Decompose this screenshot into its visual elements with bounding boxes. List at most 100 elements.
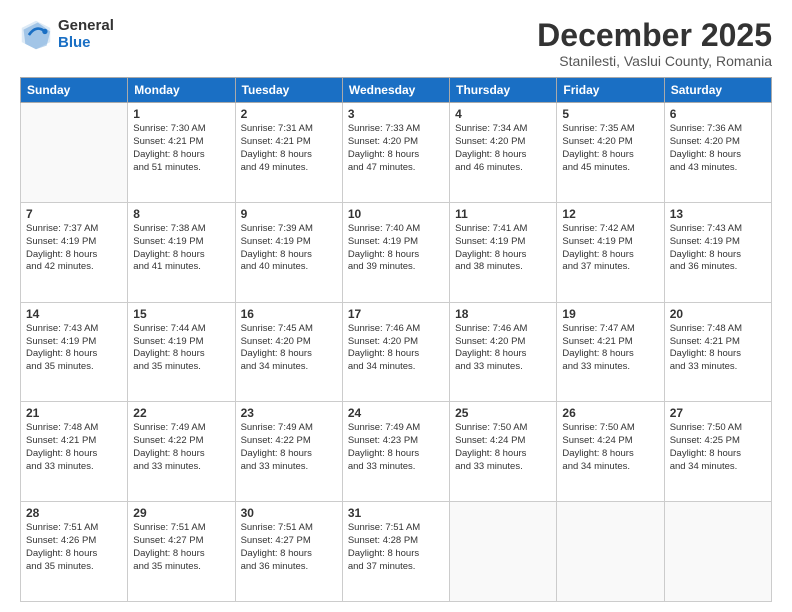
day-number: 12: [562, 207, 658, 221]
logo: General Blue: [20, 18, 114, 51]
day-info: Sunrise: 7:48 AM Sunset: 4:21 PM Dayligh…: [26, 422, 122, 473]
day-info: Sunrise: 7:34 AM Sunset: 4:20 PM Dayligh…: [455, 123, 551, 174]
weekday-header-saturday: Saturday: [664, 78, 771, 103]
calendar-cell: 12 Sunrise: 7:42 AM Sunset: 4:19 PM Dayli…: [557, 202, 664, 302]
day-number: 20: [670, 307, 766, 321]
calendar-week-row: 28Sunrise: 7:51 AM Sunset: 4:26 PM Dayli…: [21, 502, 772, 602]
day-info: Sunrise: 7:42 AM Sunset: 4:19 PM Dayligh…: [562, 223, 658, 274]
day-info: Sunrise: 7:45 AM Sunset: 4:20 PM Dayligh…: [241, 323, 337, 374]
calendar-cell: 20 Sunrise: 7:48 AM Sunset: 4:21 PM Dayli…: [664, 302, 771, 402]
calendar-cell: 6 Sunrise: 7:36 AM Sunset: 4:20 PM Daylig…: [664, 103, 771, 203]
calendar-cell: 10Sunrise: 7:40 AM Sunset: 4:19 PM Dayli…: [342, 202, 449, 302]
calendar-week-row: 14 Sunrise: 7:43 AM Sunset: 4:19 PM Dayli…: [21, 302, 772, 402]
calendar-cell: 24Sunrise: 7:49 AM Sunset: 4:23 PM Dayli…: [342, 402, 449, 502]
calendar-cell: 5 Sunrise: 7:35 AM Sunset: 4:20 PM Daylig…: [557, 103, 664, 203]
day-number: 6: [670, 107, 766, 121]
day-info: Sunrise: 7:30 AM Sunset: 4:21 PM Dayligh…: [133, 123, 229, 174]
calendar-cell: 17Sunrise: 7:46 AM Sunset: 4:20 PM Dayli…: [342, 302, 449, 402]
calendar-cell: 9 Sunrise: 7:39 AM Sunset: 4:19 PM Daylig…: [235, 202, 342, 302]
calendar-cell: 13Sunrise: 7:43 AM Sunset: 4:19 PM Dayli…: [664, 202, 771, 302]
day-info: Sunrise: 7:50 AM Sunset: 4:24 PM Dayligh…: [455, 422, 551, 473]
weekday-header-thursday: Thursday: [450, 78, 557, 103]
calendar-cell: 8 Sunrise: 7:38 AM Sunset: 4:19 PM Daylig…: [128, 202, 235, 302]
calendar-cell: 11 Sunrise: 7:41 AM Sunset: 4:19 PM Dayli…: [450, 202, 557, 302]
logo-blue-text: Blue: [58, 35, 114, 52]
logo-icon: [20, 19, 52, 51]
day-number: 14: [26, 307, 122, 321]
day-info: Sunrise: 7:51 AM Sunset: 4:26 PM Dayligh…: [26, 522, 122, 573]
day-number: 22: [133, 406, 229, 420]
day-number: 19: [562, 307, 658, 321]
calendar-cell: 4 Sunrise: 7:34 AM Sunset: 4:20 PM Daylig…: [450, 103, 557, 203]
day-number: 31: [348, 506, 444, 520]
weekday-header-sunday: Sunday: [21, 78, 128, 103]
weekday-header-tuesday: Tuesday: [235, 78, 342, 103]
weekday-header-wednesday: Wednesday: [342, 78, 449, 103]
calendar-week-row: 21Sunrise: 7:48 AM Sunset: 4:21 PM Dayli…: [21, 402, 772, 502]
day-info: Sunrise: 7:43 AM Sunset: 4:19 PM Dayligh…: [670, 223, 766, 274]
day-number: 9: [241, 207, 337, 221]
calendar-cell: [450, 502, 557, 602]
calendar-cell: 27 Sunrise: 7:50 AM Sunset: 4:25 PM Dayli…: [664, 402, 771, 502]
day-info: Sunrise: 7:51 AM Sunset: 4:27 PM Dayligh…: [133, 522, 229, 573]
day-info: Sunrise: 7:47 AM Sunset: 4:21 PM Dayligh…: [562, 323, 658, 374]
day-info: Sunrise: 7:43 AM Sunset: 4:19 PM Dayligh…: [26, 323, 122, 374]
calendar-week-row: 1 Sunrise: 7:30 AM Sunset: 4:21 PM Daylig…: [21, 103, 772, 203]
day-number: 18: [455, 307, 551, 321]
day-info: Sunrise: 7:46 AM Sunset: 4:20 PM Dayligh…: [455, 323, 551, 374]
day-info: Sunrise: 7:44 AM Sunset: 4:19 PM Dayligh…: [133, 323, 229, 374]
calendar-table: SundayMondayTuesdayWednesdayThursdayFrid…: [20, 77, 772, 602]
day-info: Sunrise: 7:35 AM Sunset: 4:20 PM Dayligh…: [562, 123, 658, 174]
logo-general-text: General: [58, 18, 114, 35]
day-info: Sunrise: 7:48 AM Sunset: 4:21 PM Dayligh…: [670, 323, 766, 374]
day-info: Sunrise: 7:38 AM Sunset: 4:19 PM Dayligh…: [133, 223, 229, 274]
day-info: Sunrise: 7:40 AM Sunset: 4:19 PM Dayligh…: [348, 223, 444, 274]
title-block: December 2025 Stanilesti, Vaslui County,…: [537, 18, 772, 69]
day-number: 30: [241, 506, 337, 520]
calendar-cell: 16Sunrise: 7:45 AM Sunset: 4:20 PM Dayli…: [235, 302, 342, 402]
day-info: Sunrise: 7:36 AM Sunset: 4:20 PM Dayligh…: [670, 123, 766, 174]
calendar-cell: 21Sunrise: 7:48 AM Sunset: 4:21 PM Dayli…: [21, 402, 128, 502]
weekday-header-monday: Monday: [128, 78, 235, 103]
day-info: Sunrise: 7:51 AM Sunset: 4:28 PM Dayligh…: [348, 522, 444, 573]
day-info: Sunrise: 7:31 AM Sunset: 4:21 PM Dayligh…: [241, 123, 337, 174]
day-info: Sunrise: 7:49 AM Sunset: 4:22 PM Dayligh…: [241, 422, 337, 473]
calendar-cell: [21, 103, 128, 203]
day-number: 26: [562, 406, 658, 420]
day-number: 11: [455, 207, 551, 221]
calendar-cell: 26Sunrise: 7:50 AM Sunset: 4:24 PM Dayli…: [557, 402, 664, 502]
page: General Blue December 2025 Stanilesti, V…: [0, 0, 792, 612]
day-info: Sunrise: 7:49 AM Sunset: 4:22 PM Dayligh…: [133, 422, 229, 473]
day-number: 24: [348, 406, 444, 420]
day-number: 25: [455, 406, 551, 420]
calendar-cell: [557, 502, 664, 602]
calendar-cell: 7Sunrise: 7:37 AM Sunset: 4:19 PM Daylig…: [21, 202, 128, 302]
day-number: 23: [241, 406, 337, 420]
day-number: 4: [455, 107, 551, 121]
weekday-header-row: SundayMondayTuesdayWednesdayThursdayFrid…: [21, 78, 772, 103]
day-number: 1: [133, 107, 229, 121]
calendar-cell: 3Sunrise: 7:33 AM Sunset: 4:20 PM Daylig…: [342, 103, 449, 203]
calendar-cell: 22 Sunrise: 7:49 AM Sunset: 4:22 PM Dayli…: [128, 402, 235, 502]
day-number: 17: [348, 307, 444, 321]
day-number: 27: [670, 406, 766, 420]
day-info: Sunrise: 7:33 AM Sunset: 4:20 PM Dayligh…: [348, 123, 444, 174]
calendar-cell: 1 Sunrise: 7:30 AM Sunset: 4:21 PM Daylig…: [128, 103, 235, 203]
calendar-week-row: 7Sunrise: 7:37 AM Sunset: 4:19 PM Daylig…: [21, 202, 772, 302]
logo-text: General Blue: [58, 18, 114, 51]
day-info: Sunrise: 7:37 AM Sunset: 4:19 PM Dayligh…: [26, 223, 122, 274]
day-info: Sunrise: 7:39 AM Sunset: 4:19 PM Dayligh…: [241, 223, 337, 274]
calendar-cell: 19 Sunrise: 7:47 AM Sunset: 4:21 PM Dayli…: [557, 302, 664, 402]
day-info: Sunrise: 7:50 AM Sunset: 4:25 PM Dayligh…: [670, 422, 766, 473]
calendar-cell: 25 Sunrise: 7:50 AM Sunset: 4:24 PM Dayli…: [450, 402, 557, 502]
day-number: 5: [562, 107, 658, 121]
day-number: 8: [133, 207, 229, 221]
day-info: Sunrise: 7:51 AM Sunset: 4:27 PM Dayligh…: [241, 522, 337, 573]
calendar-cell: 28Sunrise: 7:51 AM Sunset: 4:26 PM Dayli…: [21, 502, 128, 602]
calendar-cell: 29Sunrise: 7:51 AM Sunset: 4:27 PM Dayli…: [128, 502, 235, 602]
calendar-cell: 14 Sunrise: 7:43 AM Sunset: 4:19 PM Dayli…: [21, 302, 128, 402]
day-number: 2: [241, 107, 337, 121]
weekday-header-friday: Friday: [557, 78, 664, 103]
day-info: Sunrise: 7:41 AM Sunset: 4:19 PM Dayligh…: [455, 223, 551, 274]
calendar-cell: 30 Sunrise: 7:51 AM Sunset: 4:27 PM Dayli…: [235, 502, 342, 602]
